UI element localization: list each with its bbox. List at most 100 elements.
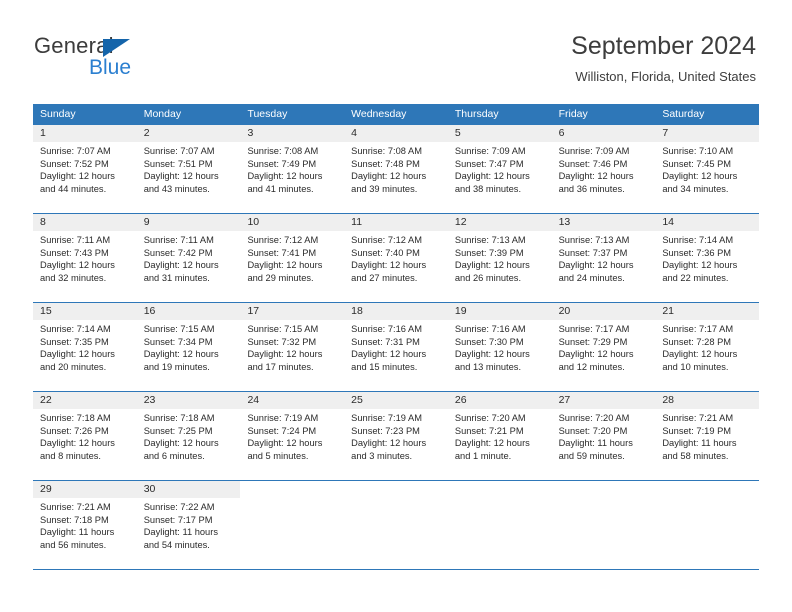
sunset-time: Sunset: 7:35 PM [40,336,109,347]
daylight-duration-line1: Daylight: 12 hours [40,438,115,449]
day-details: Sunrise: 7:17 AM Sunset: 7:28 PM Daylight:… [655,320,759,373]
sunset-time: Sunset: 7:45 PM [662,158,732,169]
calendar-empty-cell [551,481,656,569]
day-number: 12 [447,214,552,231]
page-title: September 2024 [571,32,756,60]
calendar-day-cell[interactable]: 4 Sunrise: 7:08 AM Sunset: 7:48 PM Daylight… [344,125,448,213]
daylight-duration-line1: Daylight: 12 hours [558,171,634,182]
calendar-day-cell[interactable]: 7 Sunrise: 7:10 AM Sunset: 7:45 PM Daylight… [655,125,760,213]
sunrise-time: Sunrise: 7:18 AM [40,413,111,423]
day-number: 28 [655,392,760,409]
calendar-day-cell[interactable]: 22 Sunrise: 7:18 AM Sunset: 7:26 PM Dayligh… [33,392,137,480]
daylight-duration-line1: Daylight: 12 hours [247,438,323,449]
calendar-day-cell[interactable]: 15 Sunrise: 7:14 AM Sunset: 7:35 PM Dayligh… [33,303,137,391]
sunset-time: Sunset: 7:17 PM [143,514,213,525]
sunrise-time: Sunrise: 7:18 AM [143,413,215,423]
weekday-header-saturday: Saturday [662,108,705,120]
sunrise-time: Sunrise: 7:14 AM [662,235,734,245]
calendar-day-cell[interactable]: 23 Sunrise: 7:18 AM Sunset: 7:25 PM Dayligh… [136,392,241,480]
day-details: Sunrise: 7:19 AM Sunset: 7:24 PM Daylight:… [240,409,344,462]
day-number: 19 [447,303,552,320]
calendar-day-cell[interactable]: 6 Sunrise: 7:09 AM Sunset: 7:46 PM Daylight… [551,125,656,213]
daylight-duration-line2: and 43 minutes. [143,183,210,194]
calendar-day-cell[interactable]: 14 Sunrise: 7:14 AM Sunset: 7:36 PM Dayligh… [655,214,760,302]
daylight-duration-line2: and 59 minutes. [558,450,625,461]
daylight-duration-line2: and 31 minutes. [143,272,210,283]
day-number [552,481,656,498]
calendar-day-cell[interactable]: 18 Sunrise: 7:16 AM Sunset: 7:31 PM Dayligh… [344,303,448,391]
calendar-day-cell[interactable]: 25 Sunrise: 7:19 AM Sunset: 7:23 PM Dayligh… [344,392,448,480]
day-number [344,481,448,498]
calendar-day-cell[interactable]: 3 Sunrise: 7:08 AM Sunset: 7:49 PM Daylight… [240,125,345,213]
day-details: Sunrise: 7:19 AM Sunset: 7:23 PM Daylight:… [344,409,448,462]
sunrise-time: Sunrise: 7:19 AM [351,413,422,423]
weekday-header-row: Sunday Monday Tuesday Wednesday Thursday Frid… [33,104,759,125]
calendar-day-cell[interactable]: 11 Sunrise: 7:12 AM Sunset: 7:40 PM Dayligh… [344,214,448,302]
daylight-duration-line2: and 22 minutes. [662,272,729,283]
day-number: 11 [344,214,448,231]
day-details: Sunrise: 7:20 AM Sunset: 7:21 PM Daylight:… [448,409,552,462]
sunset-time: Sunset: 7:41 PM [247,247,317,258]
sunset-time: Sunset: 7:43 PM [40,247,109,258]
calendar-week-row: 29 Sunrise: 7:21 AM Sunset: 7:18 PM Dayligh… [33,481,760,570]
calendar-day-cell[interactable]: 26 Sunrise: 7:20 AM Sunset: 7:21 PM Dayligh… [447,392,552,480]
calendar-day-cell[interactable]: 12 Sunrise: 7:13 AM Sunset: 7:39 PM Dayligh… [447,214,552,302]
calendar-day-cell[interactable]: 27 Sunrise: 7:20 AM Sunset: 7:20 PM Dayligh… [551,392,656,480]
calendar-day-cell[interactable]: 24 Sunrise: 7:19 AM Sunset: 7:24 PM Dayligh… [240,392,345,480]
calendar-empty-cell [447,481,552,569]
day-details: Sunrise: 7:11 AM Sunset: 7:42 PM Daylight:… [137,231,241,284]
daylight-duration-line2: and 17 minutes. [247,361,314,372]
calendar-day-cell[interactable]: 29 Sunrise: 7:21 AM Sunset: 7:18 PM Dayligh… [33,481,137,569]
calendar-day-cell[interactable]: 19 Sunrise: 7:16 AM Sunset: 7:30 PM Dayligh… [447,303,552,391]
daylight-duration-line1: Daylight: 12 hours [351,171,427,182]
calendar-day-cell[interactable]: 2 Sunrise: 7:07 AM Sunset: 7:51 PM Daylight… [136,125,241,213]
sunset-time: Sunset: 7:30 PM [454,336,524,347]
calendar-day-cell[interactable]: 20 Sunrise: 7:17 AM Sunset: 7:29 PM Dayligh… [551,303,656,391]
day-details: Sunrise: 7:16 AM Sunset: 7:30 PM Daylight:… [448,320,552,373]
sunrise-time: Sunrise: 7:14 AM [40,324,111,334]
daylight-duration-line1: Daylight: 12 hours [351,349,427,360]
day-details: Sunrise: 7:13 AM Sunset: 7:39 PM Daylight:… [448,231,552,284]
calendar-day-cell[interactable]: 17 Sunrise: 7:15 AM Sunset: 7:32 PM Dayligh… [240,303,345,391]
sunset-time: Sunset: 7:31 PM [351,336,420,347]
calendar-day-cell[interactable]: 21 Sunrise: 7:17 AM Sunset: 7:28 PM Dayligh… [655,303,760,391]
day-number: 3 [240,125,345,142]
calendar-week-row: 8 Sunrise: 7:11 AM Sunset: 7:43 PM Daylight… [33,214,760,303]
logo-triangle-icon [103,39,130,57]
calendar-day-cell[interactable]: 8 Sunrise: 7:11 AM Sunset: 7:43 PM Daylight… [33,214,137,302]
day-details: Sunrise: 7:11 AM Sunset: 7:43 PM Daylight:… [33,231,137,284]
daylight-duration-line1: Daylight: 11 hours [143,527,218,538]
calendar-day-cell[interactable]: 1 Sunrise: 7:07 AM Sunset: 7:52 PM Daylight… [33,125,137,213]
calendar-page: General Blue September 2024 Williston, F… [0,0,792,612]
sunrise-time: Sunrise: 7:21 AM [662,413,734,423]
daylight-duration-line2: and 38 minutes. [454,183,522,194]
day-number: 22 [33,392,137,409]
daylight-duration-line2: and 6 minutes. [143,450,205,461]
general-blue-logo[interactable]: General Blue [34,33,234,89]
day-number: 9 [136,214,241,231]
daylight-duration-line2: and 8 minutes. [40,450,101,461]
sunset-time: Sunset: 7:37 PM [558,247,628,258]
calendar-day-cell[interactable]: 10 Sunrise: 7:12 AM Sunset: 7:41 PM Dayligh… [240,214,345,302]
calendar-day-cell[interactable]: 13 Sunrise: 7:13 AM Sunset: 7:37 PM Dayligh… [551,214,656,302]
calendar-empty-cell [344,481,448,569]
daylight-duration-line2: and 34 minutes. [662,183,729,194]
day-number: 30 [136,481,241,498]
calendar-day-cell[interactable]: 5 Sunrise: 7:09 AM Sunset: 7:47 PM Daylight… [447,125,552,213]
sunset-time: Sunset: 7:36 PM [662,247,732,258]
daylight-duration-line1: Daylight: 12 hours [558,349,634,360]
day-number: 5 [447,125,552,142]
daylight-duration-line1: Daylight: 11 hours [662,438,737,449]
calendar-day-cell[interactable]: 9 Sunrise: 7:11 AM Sunset: 7:42 PM Daylight… [136,214,241,302]
daylight-duration-line1: Daylight: 12 hours [143,260,219,271]
calendar-day-cell[interactable]: 30 Sunrise: 7:22 AM Sunset: 7:17 PM Dayligh… [136,481,241,569]
daylight-duration-line2: and 56 minutes. [40,539,107,550]
daylight-duration-line2: and 41 minutes. [247,183,314,194]
calendar-day-cell[interactable]: 28 Sunrise: 7:21 AM Sunset: 7:19 PM Dayligh… [655,392,760,480]
calendar-day-cell[interactable]: 16 Sunrise: 7:15 AM Sunset: 7:34 PM Dayligh… [136,303,241,391]
day-number: 18 [344,303,448,320]
day-number: 1 [33,125,137,142]
daylight-duration-line2: and 3 minutes. [351,450,413,461]
day-number: 6 [551,125,656,142]
daylight-duration-line2: and 29 minutes. [247,272,314,283]
